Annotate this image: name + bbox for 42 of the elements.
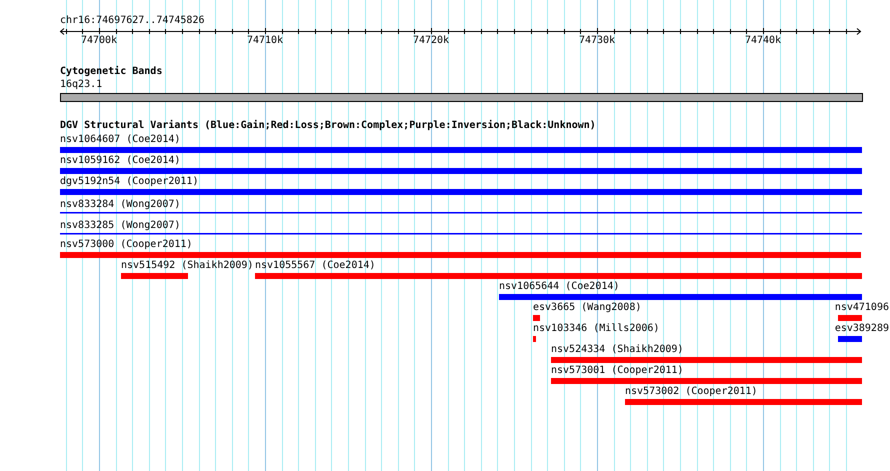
variant-label: nsv573000 (Cooper2011) bbox=[60, 239, 192, 251]
variant-label: nsv515492 (Shaikh2009) bbox=[121, 260, 254, 272]
variant-bar[interactable] bbox=[60, 168, 862, 174]
variant-bar[interactable] bbox=[533, 336, 536, 342]
band-label: 16q23.1 bbox=[60, 79, 102, 91]
tick-label: 74700k bbox=[80, 35, 118, 47]
variant-label: nsv1064607 (Coe2014) bbox=[60, 134, 180, 146]
variant-label: nsv1059162 (Coe2014) bbox=[60, 155, 180, 167]
variant-line[interactable] bbox=[60, 212, 862, 214]
tick-label: 74720k bbox=[412, 35, 450, 47]
variant-label: nsv103346 (Mills2006) bbox=[533, 323, 660, 335]
track-title: DGV Structural Variants (Blue:Gain;Red:Loss;Brown:Complex;Purple:Inversion;Black:Unknown) bbox=[60, 120, 596, 132]
variant-label: dgv5192n54 (Cooper2011) bbox=[60, 176, 198, 188]
variant-bar[interactable] bbox=[838, 336, 862, 342]
variant-bar[interactable] bbox=[838, 315, 862, 321]
variant-bar[interactable] bbox=[533, 315, 540, 321]
variant-bar[interactable] bbox=[625, 399, 862, 405]
variant-label: nsv471096 bbox=[834, 302, 889, 314]
variant-label: nsv1065644 (Coe2014) bbox=[499, 281, 620, 293]
variant-bar[interactable] bbox=[551, 357, 862, 363]
variant-label: nsv524334 (Shaikh2009) bbox=[551, 344, 684, 356]
variant-line[interactable] bbox=[60, 233, 862, 234]
variant-bar[interactable] bbox=[499, 294, 862, 300]
variant-bar[interactable] bbox=[121, 273, 188, 279]
track-title: Cytogenetic Bands bbox=[60, 66, 162, 78]
variant-label: esv3665 (Wang2008) bbox=[533, 302, 642, 314]
tick-label: 74710k bbox=[246, 35, 284, 47]
range-label: chr16:74697627..74745826 bbox=[60, 15, 204, 27]
variant-label: nsv1055567 (Coe2014) bbox=[255, 260, 376, 272]
cytoband-bar[interactable] bbox=[60, 93, 863, 102]
variant-bar[interactable] bbox=[551, 378, 862, 384]
variant-label: esv389289 bbox=[834, 323, 889, 335]
variant-bar[interactable] bbox=[60, 147, 862, 153]
tick-label: 74730k bbox=[578, 35, 616, 47]
variant-bar[interactable] bbox=[255, 273, 862, 279]
variant-bar[interactable] bbox=[60, 189, 862, 195]
tick-label: 74740k bbox=[744, 35, 782, 47]
variant-bar[interactable] bbox=[60, 252, 861, 258]
variant-label: nsv833284 (Wong2007) bbox=[60, 199, 180, 211]
variant-label: nsv833285 (Wong2007) bbox=[60, 220, 180, 232]
variant-label: nsv573002 (Cooper2011) bbox=[625, 386, 758, 398]
variant-label: nsv573001 (Cooper2011) bbox=[551, 365, 684, 377]
